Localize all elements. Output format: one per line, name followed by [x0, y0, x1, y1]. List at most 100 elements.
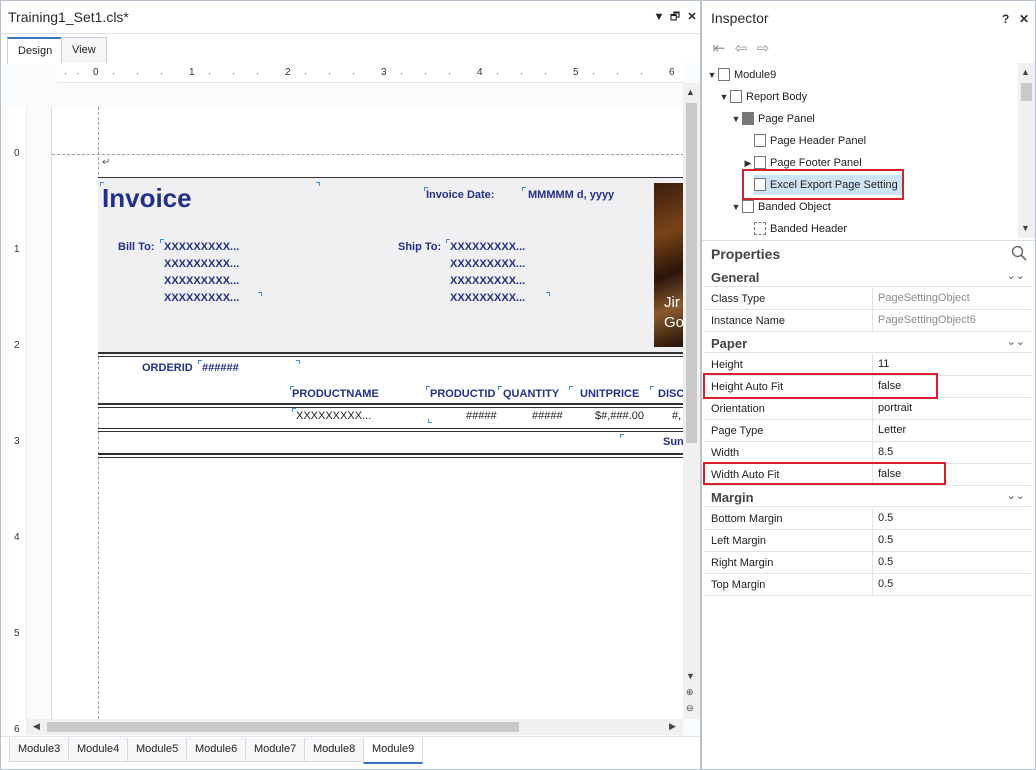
- scroll-down-icon[interactable]: ▼: [1021, 223, 1030, 233]
- horizontal-scrollbar[interactable]: ◀ ▶: [27, 719, 683, 735]
- bill-to-line-3[interactable]: XXXXXXXXX...: [164, 275, 239, 287]
- tab-module3[interactable]: Module3: [9, 738, 70, 762]
- property-value-height[interactable]: 11: [872, 354, 1033, 375]
- orderid-label[interactable]: ORDERID: [142, 362, 193, 374]
- report-design-canvas[interactable]: ↵ Invoice Invoice Date: MMMMM d, yyyy Ji…: [51, 107, 683, 719]
- tree-node-module9[interactable]: ▼ Module9: [706, 65, 776, 85]
- tree-node-page-panel[interactable]: ▼ Page Panel: [730, 109, 815, 129]
- scroll-down-icon[interactable]: ▼: [686, 671, 695, 681]
- tab-module5[interactable]: Module5: [127, 738, 188, 762]
- scroll-left-icon[interactable]: ◀: [33, 721, 40, 732]
- bill-to-line-4[interactable]: XXXXXXXXX...: [164, 292, 239, 304]
- back-arrow-icon[interactable]: ⇦: [730, 39, 752, 57]
- column-header-unitprice[interactable]: UNITPRICE: [580, 388, 639, 400]
- scroll-up-icon[interactable]: ▲: [1021, 67, 1030, 77]
- tree-node-label: Report Body: [746, 91, 808, 103]
- orderid-value[interactable]: ######: [202, 362, 239, 374]
- property-value-left-margin[interactable]: 0.5: [872, 530, 1033, 551]
- ruler-tick: [545, 73, 546, 74]
- home-back-icon[interactable]: ⇤: [708, 39, 730, 57]
- ruler-tick: [137, 73, 138, 74]
- tab-module6[interactable]: Module6: [186, 738, 247, 762]
- column-header-discount[interactable]: DISC: [658, 388, 683, 400]
- zoom-in-icon[interactable]: ⊕: [686, 687, 694, 698]
- ruler-tick: [449, 73, 450, 74]
- dropdown-arrow-icon[interactable]: ▼: [652, 11, 666, 23]
- bill-to-label[interactable]: Bill To:: [118, 241, 154, 253]
- scroll-up-icon[interactable]: ▲: [686, 87, 695, 97]
- scroll-right-icon[interactable]: ▶: [669, 721, 676, 732]
- property-value-bottom-margin[interactable]: 0.5: [872, 508, 1033, 529]
- close-icon[interactable]: ✕: [1019, 12, 1029, 26]
- restore-window-icon[interactable]: 🗗: [668, 11, 682, 23]
- module-tabbar: Module3 Module4 Module5 Module6 Module7 …: [1, 736, 700, 769]
- banded-object-icon: [742, 199, 754, 213]
- band-divider: [98, 352, 683, 354]
- property-value-top-margin[interactable]: 0.5: [872, 574, 1033, 595]
- category-general[interactable]: General ⌄⌄: [704, 267, 1033, 287]
- search-icon[interactable]: [1011, 245, 1027, 261]
- forward-arrow-icon[interactable]: ⇨: [752, 39, 774, 57]
- tab-view[interactable]: View: [61, 37, 107, 63]
- chevron-down-icon[interactable]: ▼: [730, 109, 742, 129]
- detail-quantity[interactable]: #####: [532, 410, 563, 422]
- ship-to-line-3[interactable]: XXXXXXXXX...: [450, 275, 525, 287]
- help-button[interactable]: ?: [1002, 12, 1009, 26]
- tab-module8[interactable]: Module8: [304, 738, 365, 762]
- scrollbar-thumb[interactable]: [47, 722, 519, 732]
- scrollbar-thumb[interactable]: [1021, 83, 1032, 101]
- inspector-title: Inspector: [711, 10, 769, 26]
- tab-module7[interactable]: Module7: [245, 738, 306, 762]
- collapse-chevron-icon[interactable]: ⌄⌄: [1007, 269, 1025, 282]
- property-name: Instance Name: [711, 315, 785, 327]
- detail-productid[interactable]: #####: [466, 410, 497, 422]
- detail-discount[interactable]: #,: [672, 410, 681, 422]
- tree-node-report-body[interactable]: ▼ Report Body: [718, 87, 807, 107]
- scrollbar-thumb[interactable]: [686, 103, 697, 443]
- property-name: Orientation: [711, 403, 765, 415]
- category-paper[interactable]: Paper ⌄⌄: [704, 333, 1033, 353]
- tree-node-page-header-panel[interactable]: Page Header Panel: [742, 131, 866, 151]
- property-row-instance-name: Instance Name PageSettingObject6: [704, 310, 1033, 332]
- chevron-down-icon[interactable]: ▼: [730, 197, 742, 217]
- collapse-chevron-icon[interactable]: ⌄⌄: [1007, 335, 1025, 348]
- zoom-out-icon[interactable]: ⊖: [686, 703, 694, 714]
- invoice-date-label[interactable]: Invoice Date:: [426, 189, 494, 201]
- selection-handle: [198, 360, 202, 364]
- vertical-scrollbar[interactable]: ▲ ▼ ⊕ ⊖: [683, 83, 700, 719]
- detail-unitprice[interactable]: $#,###.00: [595, 410, 644, 422]
- collapse-chevron-icon[interactable]: ⌄⌄: [1007, 489, 1025, 502]
- property-value-right-margin[interactable]: 0.5: [872, 552, 1033, 573]
- band-divider: [98, 356, 683, 357]
- category-margin[interactable]: Margin ⌄⌄: [704, 487, 1033, 507]
- detail-productname[interactable]: XXXXXXXXX...: [296, 410, 371, 422]
- bill-to-line-2[interactable]: XXXXXXXXX...: [164, 258, 239, 270]
- bill-to-line-1[interactable]: XXXXXXXXX...: [164, 241, 239, 253]
- close-icon[interactable]: ✕: [685, 11, 699, 23]
- ship-to-label[interactable]: Ship To:: [398, 241, 441, 253]
- property-value-orientation[interactable]: portrait: [872, 398, 1033, 419]
- column-header-productname[interactable]: PRODUCTNAME: [292, 388, 379, 400]
- tree-node-banded-header[interactable]: Banded Header: [742, 219, 847, 238]
- tree-scrollbar[interactable]: ▲ ▼: [1018, 63, 1035, 238]
- property-value-page-type[interactable]: Letter: [872, 420, 1033, 441]
- tab-module9[interactable]: Module9: [363, 738, 424, 764]
- band-divider: [98, 431, 683, 432]
- sum-label[interactable]: Sun: [663, 436, 683, 448]
- tree-node-banded-object[interactable]: ▼ Banded Object: [730, 197, 831, 217]
- view-tabbar: Design View: [1, 34, 700, 64]
- chevron-down-icon[interactable]: ▼: [706, 65, 718, 85]
- property-value-width[interactable]: 8.5: [872, 442, 1033, 463]
- invoice-title[interactable]: Invoice: [102, 183, 192, 214]
- column-header-quantity[interactable]: QUANTITY: [503, 388, 559, 400]
- invoice-date-value[interactable]: MMMMM d, yyyy: [528, 189, 614, 201]
- chevron-down-icon[interactable]: ▼: [718, 87, 730, 107]
- ruler-tick: [113, 73, 114, 74]
- company-logo-image[interactable]: Jir Go: [654, 183, 683, 347]
- ship-to-line-4[interactable]: XXXXXXXXX...: [450, 292, 525, 304]
- column-header-productid[interactable]: PRODUCTID: [430, 388, 495, 400]
- ship-to-line-1[interactable]: XXXXXXXXX...: [450, 241, 525, 253]
- tab-module4[interactable]: Module4: [68, 738, 129, 762]
- tab-design[interactable]: Design: [7, 37, 64, 64]
- ship-to-line-2[interactable]: XXXXXXXXX...: [450, 258, 525, 270]
